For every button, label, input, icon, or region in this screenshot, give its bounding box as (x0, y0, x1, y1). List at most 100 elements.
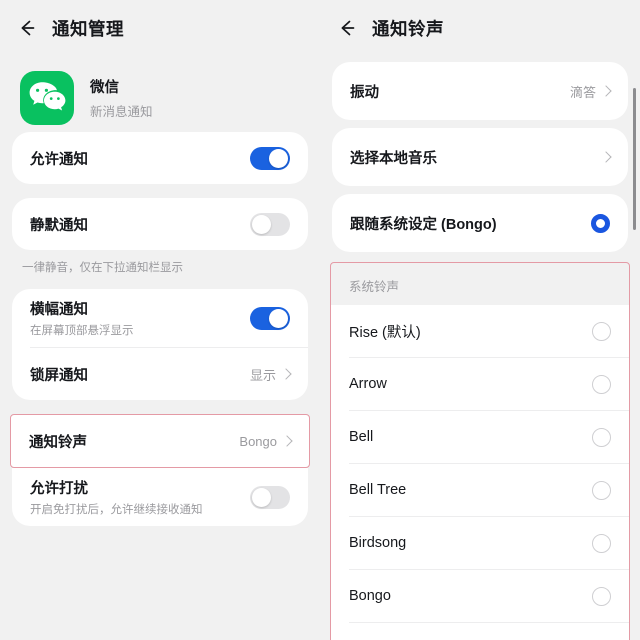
section-system-ringtones-highlight: 系统铃声 Rise (默认) Arrow Bell Bell Tree Birdsong… (330, 262, 630, 640)
toggle-allow-notifications[interactable] (250, 146, 290, 170)
back-arrow-icon[interactable] (16, 17, 38, 39)
row-follow-system-texts: 跟随系统设定 (Bongo) (350, 213, 497, 234)
row-lockscreen-notifications[interactable]: 锁屏通知 显示 (12, 348, 308, 400)
toggle-knob (269, 148, 288, 168)
row-local-music-title: 选择本地音乐 (350, 150, 437, 167)
ringtone-list-item-label: Bongo (349, 588, 391, 604)
right-panel-notification-tone: 通知铃声 振动 滴答 选择本地音乐 跟随系统设定 (Bongo) 系统铃声 Ri… (320, 0, 640, 640)
card-banner-lockscreen: 横幅通知 在屏幕顶部悬浮显示 锁屏通知 显示 (12, 289, 308, 400)
ringtone-list-item[interactable]: Arrow (331, 358, 629, 410)
ringtone-list-item[interactable]: Car Lock (331, 623, 629, 640)
row-silent-notifications-title: 静默通知 (30, 217, 88, 234)
toggle-knob (252, 487, 271, 507)
row-local-music-right (602, 151, 610, 164)
ringtone-list-item-texts: Bongo (349, 588, 391, 604)
toggle-knob (269, 308, 288, 328)
row-silent-notifications[interactable]: 静默通知 (12, 198, 308, 250)
silent-notifications-hint: 一律静音，仅在下拉通知栏显示 (22, 262, 183, 274)
row-follow-system[interactable]: 跟随系统设定 (Bongo) (332, 194, 628, 252)
row-vibration-title: 振动 (350, 84, 379, 101)
app-name: 微信 (90, 80, 119, 96)
row-allow-notifications[interactable]: 允许通知 (12, 132, 308, 184)
ringtone-list-item-texts: Bell Tree (349, 482, 406, 498)
card-vibration: 振动 滴答 (332, 62, 628, 120)
app-subtitle: 新消息通知 (90, 105, 153, 119)
row-notification-tone[interactable]: 通知铃声 Bongo (11, 415, 309, 467)
dual-phone-screenshot: 通知管理 微信 新消息通知 允许通知 静默通知 一律静音，仅在下拉通知栏显示 横… (0, 0, 640, 640)
row-banner-notifications[interactable]: 横幅通知 在屏幕顶部悬浮显示 (12, 289, 308, 347)
row-follow-system-title: 跟随系统设定 (Bongo) (350, 216, 497, 233)
ringtone-list-item[interactable]: Bell Tree (331, 464, 629, 516)
row-lockscreen-notifications-title: 锁屏通知 (30, 367, 88, 384)
ringtone-list-item-texts: Bell (349, 429, 373, 445)
card-follow-system: 跟随系统设定 (Bongo) (332, 194, 628, 252)
row-allow-interrupt-subtitle: 开启免打扰后，允许继续接收通知 (30, 504, 203, 516)
row-allow-notifications-texts: 允许通知 (30, 148, 88, 169)
section-system-ringtones-title: 系统铃声 (349, 280, 400, 294)
row-lockscreen-notifications-value: 显示 (249, 367, 276, 383)
ringtone-list-item[interactable]: Birdsong (331, 517, 629, 569)
row-local-music-texts: 选择本地音乐 (350, 147, 437, 168)
card-silent-notifications: 静默通知 (12, 198, 308, 250)
row-notification-tone-value: Bongo (239, 433, 277, 449)
ringtone-list-item-label: Bell Tree (349, 482, 407, 498)
row-allow-interrupt[interactable]: 允许打扰 开启免打扰后，允许继续接收通知 (12, 468, 308, 526)
ringtone-list-item-texts: Rise (默认) (349, 321, 421, 342)
right-page-title: 通知铃声 (372, 18, 444, 39)
row-notification-tone-title: 通知铃声 (29, 434, 87, 451)
row-lockscreen-notifications-texts: 锁屏通知 (30, 364, 88, 385)
left-header: 通知管理 (0, 0, 320, 56)
ringtone-list-item-label: Birdsong (349, 535, 407, 551)
row-notification-tone-texts: 通知铃声 (29, 431, 87, 452)
radio-ringtone-0[interactable] (592, 321, 611, 341)
ringtone-list-item[interactable]: Rise (默认) (331, 305, 629, 357)
ringtone-list-item-label: Bell (349, 429, 374, 445)
radio-ringtone-5[interactable] (592, 586, 611, 606)
radio-ringtone-3[interactable] (592, 480, 611, 500)
chevron-right-icon (602, 85, 610, 98)
row-banner-notifications-title: 横幅通知 (30, 302, 88, 318)
row-allow-interrupt-title: 允许打扰 (30, 481, 88, 497)
row-vibration-value: 滴答 (569, 84, 596, 100)
card-allow-notifications: 允许通知 (12, 132, 308, 184)
app-meta: 微信 新消息通知 (90, 76, 153, 120)
toggle-knob (252, 214, 271, 234)
row-local-music[interactable]: 选择本地音乐 (332, 128, 628, 186)
ringtone-list-item-label: Arrow (349, 376, 387, 392)
toggle-allow-interrupt[interactable] (250, 485, 290, 509)
card-allow-interrupt: 允许打扰 开启免打扰后，允许继续接收通知 (12, 468, 308, 526)
radio-ringtone-4[interactable] (592, 533, 611, 553)
ringtone-list-item-label: Rise (默认) (349, 324, 421, 341)
row-allow-interrupt-texts: 允许打扰 开启免打扰后，允许继续接收通知 (30, 477, 203, 517)
wechat-icon (20, 71, 74, 125)
app-info-row: 微信 新消息通知 (0, 56, 320, 132)
radio-follow-system[interactable] (591, 213, 610, 233)
toggle-silent-notifications[interactable] (250, 212, 290, 236)
vertical-scrollbar[interactable] (633, 88, 636, 230)
row-vibration-right: 滴答 (570, 82, 610, 101)
card-notification-tone-highlight: 通知铃声 Bongo (10, 414, 310, 468)
card-local-music: 选择本地音乐 (332, 128, 628, 186)
chevron-right-icon (602, 151, 610, 164)
left-page-title: 通知管理 (52, 18, 124, 39)
radio-ringtone-2[interactable] (592, 427, 611, 447)
left-panel-notification-management: 通知管理 微信 新消息通知 允许通知 静默通知 一律静音，仅在下拉通知栏显示 横… (0, 0, 320, 640)
row-silent-notifications-texts: 静默通知 (30, 214, 88, 235)
ringtone-list: Rise (默认) Arrow Bell Bell Tree Birdsong Bongo… (331, 305, 629, 640)
right-header: 通知铃声 (320, 0, 640, 56)
back-arrow-icon[interactable] (336, 17, 358, 39)
row-vibration[interactable]: 振动 滴答 (332, 62, 628, 120)
chevron-right-icon (283, 435, 291, 448)
toggle-banner-notifications[interactable] (250, 306, 290, 330)
radio-ringtone-1[interactable] (592, 374, 611, 394)
row-lockscreen-notifications-right: 显示 (250, 365, 290, 384)
row-banner-notifications-texts: 横幅通知 在屏幕顶部悬浮显示 (30, 298, 134, 338)
chevron-right-icon (282, 368, 290, 381)
row-vibration-texts: 振动 (350, 81, 379, 102)
ringtone-list-item[interactable]: Bell (331, 411, 629, 463)
row-notification-tone-right: Bongo (239, 434, 291, 449)
row-banner-notifications-subtitle: 在屏幕顶部悬浮显示 (30, 325, 134, 337)
row-allow-notifications-title: 允许通知 (30, 151, 88, 168)
ringtone-list-item[interactable]: Bongo (331, 570, 629, 622)
ringtone-list-item-texts: Arrow (349, 376, 387, 392)
